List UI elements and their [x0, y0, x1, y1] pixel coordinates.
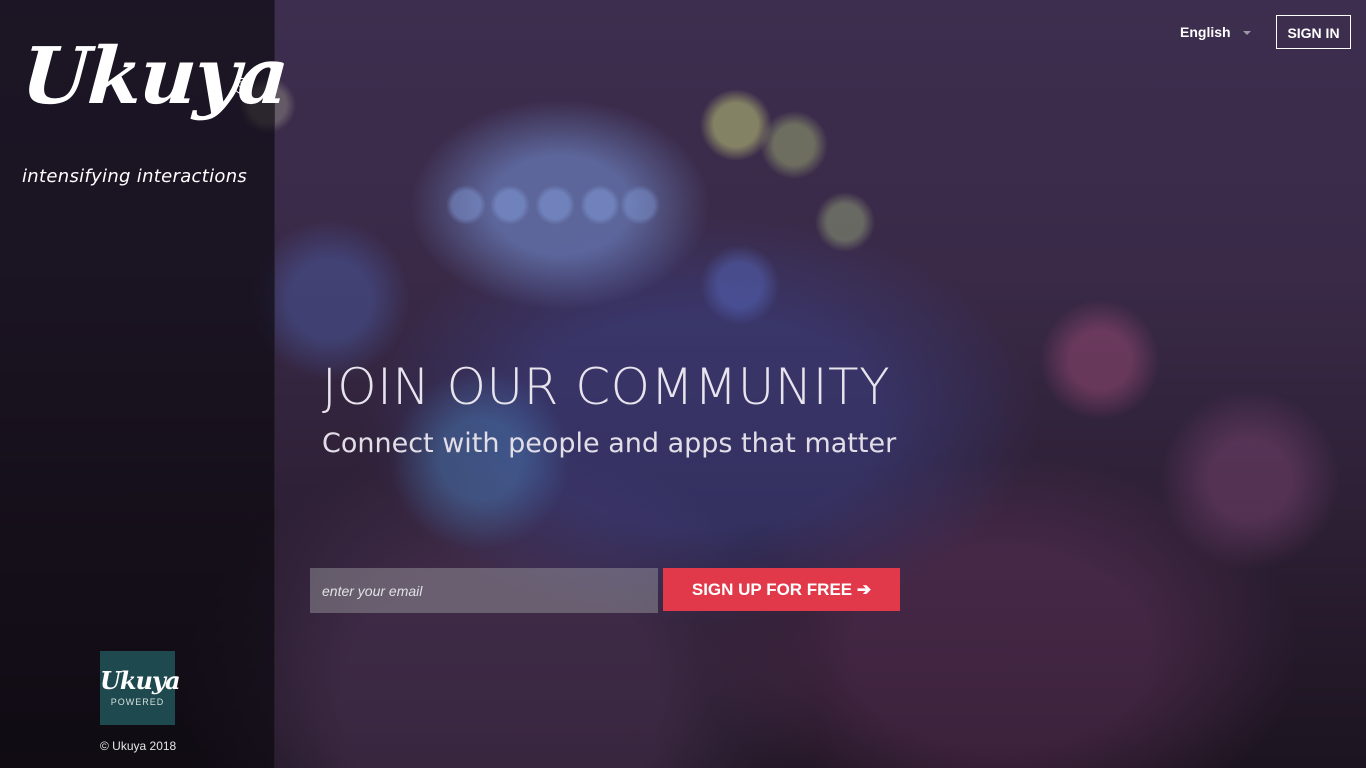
hero-title: JOIN OUR COMMUNITY	[322, 358, 891, 416]
powered-logo: Ukuya	[100, 666, 181, 695]
logo-tagline: intensifying interactions	[22, 166, 248, 187]
sign-in-button[interactable]: SIGN IN	[1276, 15, 1351, 49]
left-sidebar: Ukuya ® intensifying interactions Ukuya …	[0, 0, 290, 768]
language-selector[interactable]: English	[1180, 22, 1251, 42]
chevron-down-icon	[1242, 31, 1251, 36]
copyright: © Ukuya 2018	[100, 739, 177, 753]
language-label: English	[1180, 24, 1231, 40]
powered-label: POWERED	[110, 697, 165, 707]
landing-page: Ukuya ® intensifying interactions Ukuya …	[0, 0, 1366, 768]
logo-wordmark: Ukuya	[18, 31, 290, 122]
powered-by-badge[interactable]: Ukuya POWERED	[100, 651, 181, 725]
logo[interactable]: Ukuya ®	[18, 31, 290, 122]
sign-up-button[interactable]: SIGN UP FOR FREE ➔	[663, 568, 900, 611]
hero-subtitle: Connect with people and apps that matter	[322, 428, 897, 459]
registered-mark: ®	[234, 78, 250, 94]
email-input[interactable]	[310, 568, 658, 613]
